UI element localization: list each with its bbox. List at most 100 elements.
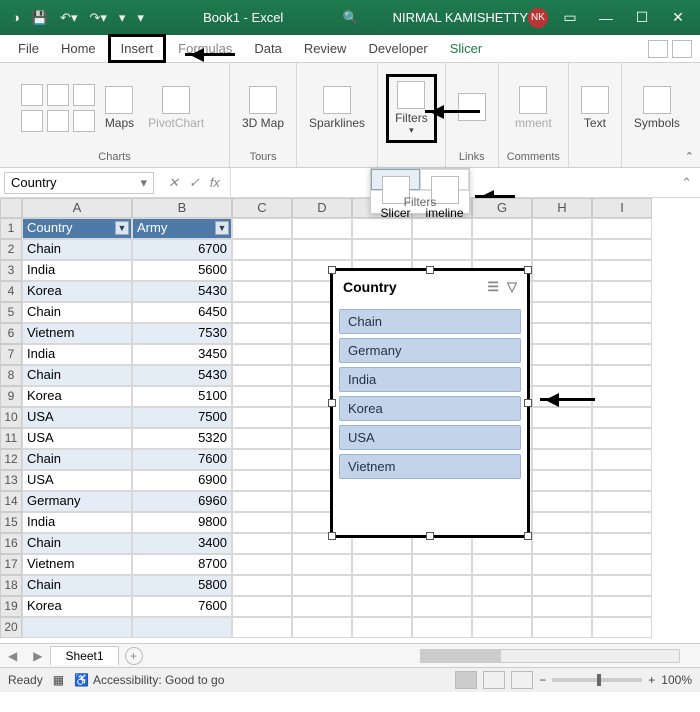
empty-cell[interactable] bbox=[592, 323, 652, 344]
scrollbar-thumb[interactable] bbox=[421, 650, 501, 662]
empty-cell[interactable] bbox=[532, 575, 592, 596]
cell-army[interactable]: 6960 bbox=[132, 491, 232, 512]
cell-country[interactable]: India bbox=[22, 344, 132, 365]
empty-cell[interactable] bbox=[232, 323, 292, 344]
empty-cell[interactable] bbox=[412, 239, 472, 260]
slicer-item[interactable]: Vietnem bbox=[339, 454, 521, 479]
timeline-option[interactable]: imeline bbox=[420, 169, 469, 190]
empty-cell[interactable] bbox=[532, 554, 592, 575]
cell-country[interactable]: Germany bbox=[22, 491, 132, 512]
row-header[interactable]: 13 bbox=[0, 470, 22, 491]
cell-army[interactable]: 8700 bbox=[132, 554, 232, 575]
slicer-option[interactable]: Slicer bbox=[371, 169, 420, 190]
3dmap-button[interactable]: 3D Map bbox=[238, 84, 288, 132]
col-header[interactable]: B bbox=[132, 198, 232, 218]
empty-cell[interactable] bbox=[592, 512, 652, 533]
col-header[interactable]: C bbox=[232, 198, 292, 218]
empty-cell[interactable] bbox=[532, 470, 592, 491]
zoom-out-button[interactable]: − bbox=[539, 673, 546, 687]
cell-country[interactable]: Chain bbox=[22, 365, 132, 386]
empty-cell[interactable] bbox=[592, 302, 652, 323]
empty-cell[interactable] bbox=[592, 596, 652, 617]
row-header[interactable]: 15 bbox=[0, 512, 22, 533]
slicer-item[interactable]: Germany bbox=[339, 338, 521, 363]
empty-cell[interactable] bbox=[232, 470, 292, 491]
pivotchart-button[interactable]: PivotChart bbox=[144, 84, 208, 132]
col-header[interactable]: G bbox=[472, 198, 532, 218]
empty-cell[interactable] bbox=[232, 512, 292, 533]
cell-country[interactable]: Vietnem bbox=[22, 323, 132, 344]
cell-army[interactable]: 3450 bbox=[132, 344, 232, 365]
empty-cell[interactable] bbox=[472, 575, 532, 596]
stats-icon[interactable]: ▦ bbox=[53, 673, 64, 687]
ribbon-mode-icon[interactable]: ▭ bbox=[556, 9, 584, 26]
empty-cell[interactable] bbox=[592, 617, 652, 638]
redo-icon[interactable]: ↷▾ bbox=[85, 8, 110, 28]
user-avatar[interactable]: NK bbox=[528, 8, 548, 28]
undo-icon[interactable]: ↶▾ bbox=[56, 8, 81, 28]
row-header[interactable]: 2 bbox=[0, 239, 22, 260]
cell-country[interactable]: Chain bbox=[22, 239, 132, 260]
multiselect-icon[interactable]: ☰ bbox=[487, 279, 499, 295]
tab-slicer[interactable]: Slicer bbox=[440, 37, 493, 60]
qat-overflow-icon[interactable]: ▾ bbox=[133, 8, 148, 28]
cell-army[interactable]: 7530 bbox=[132, 323, 232, 344]
col-header[interactable]: H bbox=[532, 198, 592, 218]
empty-cell[interactable] bbox=[532, 512, 592, 533]
sparklines-button[interactable]: Sparklines bbox=[305, 84, 369, 132]
maps-button[interactable]: Maps bbox=[101, 84, 138, 132]
table-header-army[interactable]: Army▼ bbox=[132, 218, 232, 239]
empty-cell[interactable] bbox=[352, 554, 412, 575]
empty-cell[interactable] bbox=[292, 554, 352, 575]
empty-cell[interactable] bbox=[232, 428, 292, 449]
empty-cell[interactable] bbox=[232, 344, 292, 365]
empty-cell[interactable] bbox=[592, 491, 652, 512]
cell-country[interactable]: Chain bbox=[22, 533, 132, 554]
empty-cell[interactable] bbox=[532, 302, 592, 323]
cell-army[interactable]: 9800 bbox=[132, 512, 232, 533]
chart-type-icon[interactable] bbox=[21, 110, 43, 132]
cell-country[interactable]: India bbox=[22, 260, 132, 281]
row-header[interactable]: 1 bbox=[0, 218, 22, 239]
cell-army[interactable]: 5430 bbox=[132, 281, 232, 302]
tab-insert[interactable]: Insert bbox=[108, 34, 167, 63]
empty-cell[interactable] bbox=[592, 365, 652, 386]
empty-cell[interactable] bbox=[472, 554, 532, 575]
maximize-button[interactable]: ☐ bbox=[628, 9, 656, 26]
empty-cell[interactable] bbox=[532, 407, 592, 428]
symbols-button[interactable]: Symbols bbox=[630, 84, 684, 132]
enter-formula-icon[interactable]: ✓ bbox=[189, 175, 200, 191]
empty-cell[interactable] bbox=[412, 218, 472, 239]
name-box[interactable]: Country ▾ bbox=[4, 172, 154, 194]
view-pagelayout-button[interactable] bbox=[483, 671, 505, 689]
empty-cell[interactable] bbox=[532, 428, 592, 449]
row-header[interactable]: 5 bbox=[0, 302, 22, 323]
empty-cell[interactable] bbox=[592, 260, 652, 281]
tab-data[interactable]: Data bbox=[244, 37, 291, 60]
empty-cell[interactable] bbox=[412, 575, 472, 596]
empty-cell[interactable] bbox=[412, 617, 472, 638]
chart-type-icon[interactable] bbox=[73, 110, 95, 132]
zoom-slider[interactable] bbox=[552, 678, 642, 682]
empty-cell[interactable] bbox=[412, 596, 472, 617]
tab-file[interactable]: File bbox=[8, 37, 49, 60]
empty-cell[interactable] bbox=[592, 554, 652, 575]
row-header[interactable]: 19 bbox=[0, 596, 22, 617]
tab-formulas[interactable]: Formulas bbox=[168, 37, 242, 60]
empty-cell[interactable] bbox=[592, 218, 652, 239]
comment-button[interactable]: mment bbox=[511, 84, 556, 132]
zoom-thumb[interactable] bbox=[597, 674, 601, 686]
empty-cell[interactable] bbox=[232, 260, 292, 281]
empty-cell[interactable] bbox=[232, 554, 292, 575]
empty-cell[interactable] bbox=[292, 218, 352, 239]
empty-cell[interactable] bbox=[592, 281, 652, 302]
cell-army[interactable]: 6450 bbox=[132, 302, 232, 323]
close-button[interactable]: ✕ bbox=[664, 9, 692, 26]
fx-icon[interactable]: fx bbox=[210, 175, 220, 190]
empty-cell[interactable] bbox=[232, 575, 292, 596]
row-header[interactable]: 16 bbox=[0, 533, 22, 554]
empty-cell[interactable] bbox=[352, 617, 412, 638]
slicer-item[interactable]: Chain bbox=[339, 309, 521, 334]
accessibility-status[interactable]: ♿ Accessibility: Good to go bbox=[74, 673, 224, 687]
slicer-item[interactable]: Korea bbox=[339, 396, 521, 421]
